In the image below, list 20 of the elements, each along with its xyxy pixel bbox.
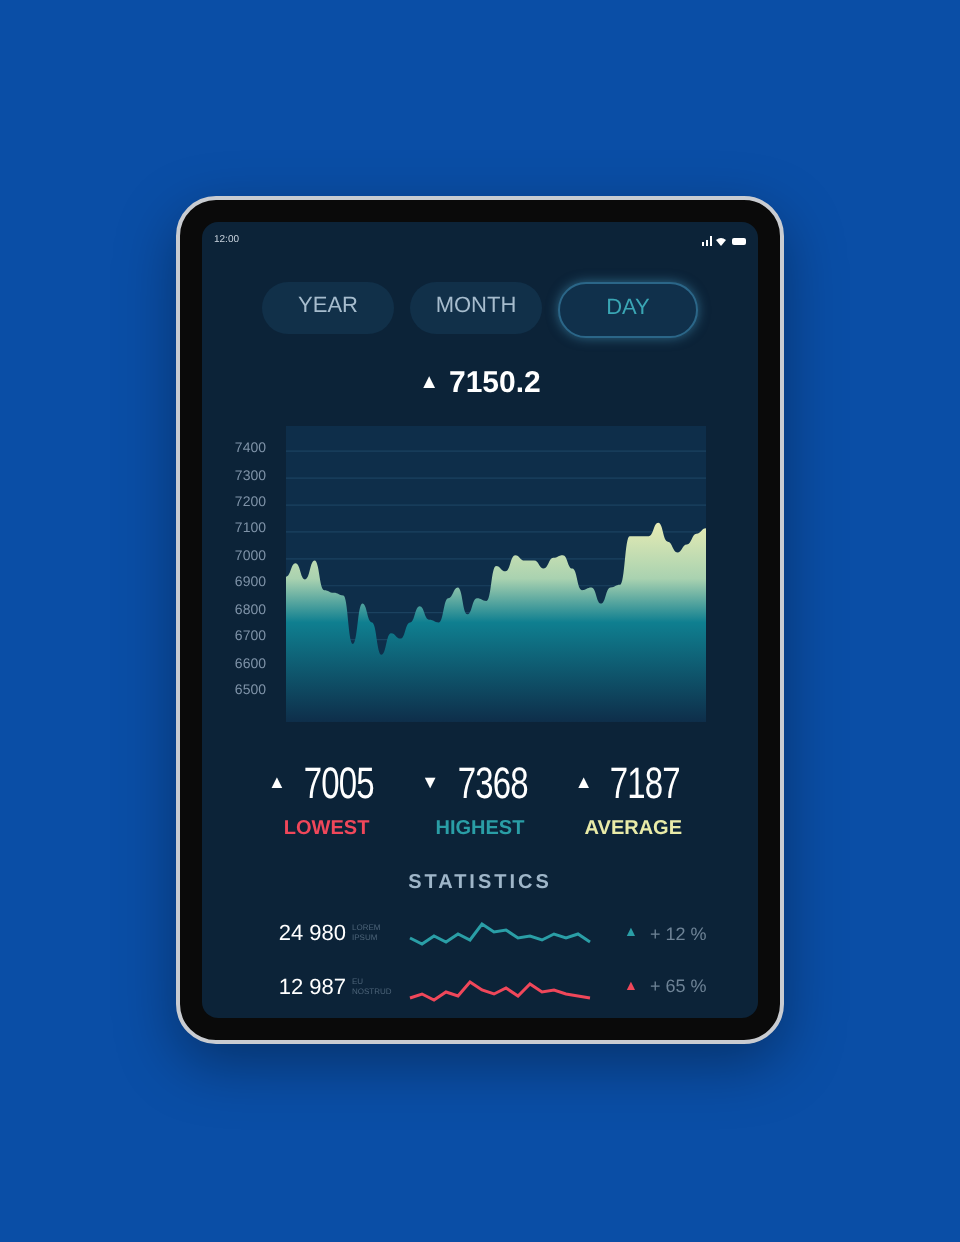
stat-value: 12 987 <box>276 973 346 1003</box>
stat-change: + 12 % <box>649 921 707 947</box>
summary-value: 7187 <box>610 762 681 806</box>
stat-change: + 65 % <box>649 974 707 1000</box>
summary-value: 7368 <box>456 762 527 806</box>
down-arrow-icon: ▼ <box>421 770 440 798</box>
summary-label: AVERAGE <box>584 816 683 844</box>
period-tab[interactable]: YEAR <box>262 281 394 333</box>
status-icons <box>702 236 746 247</box>
up-arrow-icon: ▲ <box>267 770 286 798</box>
statistics-title: STATISTICS <box>408 870 552 898</box>
current-value: 7150.2 <box>449 363 541 403</box>
up-arrow-icon: ▲ <box>574 770 593 798</box>
summary-label: LOWEST <box>283 816 370 844</box>
stat-value: 24 980 <box>276 920 346 950</box>
summary-value: 7005 <box>303 762 374 806</box>
period-tab[interactable]: DAY <box>558 281 698 337</box>
up-arrow-icon: ▲ <box>419 368 439 399</box>
summary-label: HIGHEST <box>435 816 525 844</box>
period-tab[interactable]: MONTH <box>410 281 542 333</box>
